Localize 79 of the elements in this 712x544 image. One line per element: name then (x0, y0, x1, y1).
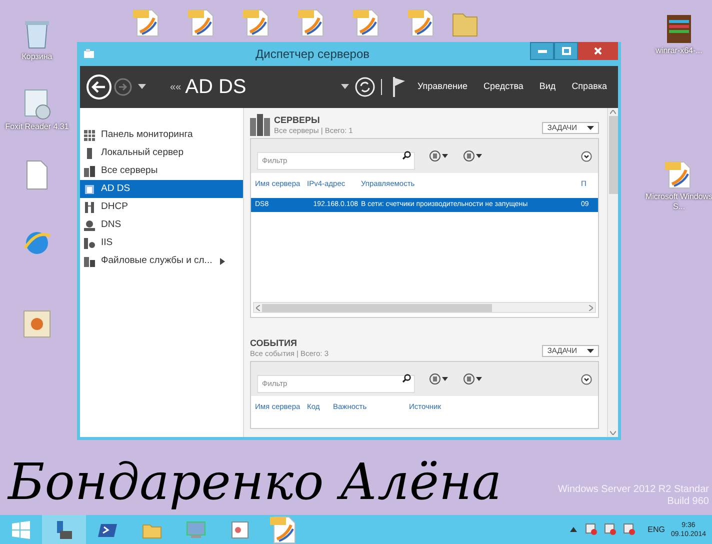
recycle-bin-icon[interactable] (23, 18, 51, 50)
nav-item[interactable]: IIS (80, 234, 243, 252)
window-title: Диспетчер серверов (254, 46, 371, 63)
nav-item[interactable]: Панель мониторинга (80, 126, 243, 144)
minimize-button[interactable] (530, 42, 554, 60)
servers-icon (250, 114, 270, 136)
nav-label: Файловые службы и сл... (101, 254, 212, 268)
nav-item[interactable]: Локальный сервер (80, 144, 243, 162)
maximize-icon (562, 47, 570, 55)
dropdown-arrow-icon[interactable] (138, 84, 146, 90)
server-tool-icon (54, 520, 74, 540)
start-button[interactable] (12, 520, 30, 538)
monitor-icon (186, 520, 206, 540)
file-server-icon (84, 256, 95, 266)
breadcrumb-text: AD DS (185, 75, 246, 100)
picture-icon[interactable] (23, 310, 51, 338)
notification-icon[interactable] (584, 523, 598, 536)
dropdown-arrow-icon (587, 348, 594, 354)
handwritten-text: Бондаренко Алёна (8, 452, 502, 512)
back-button[interactable] (86, 74, 112, 100)
expand-icon[interactable] (581, 150, 592, 162)
scrollbar-thumb[interactable] (262, 304, 492, 312)
nav-item[interactable]: DNS (80, 216, 243, 234)
breadcrumb-arrows: «« (170, 80, 182, 94)
expand-arrow-icon[interactable] (220, 258, 226, 264)
archive-icon[interactable] (665, 14, 693, 44)
nav-label: IIS (101, 236, 113, 250)
network-icon (84, 220, 95, 230)
nav-item[interactable]: AD DS (80, 180, 243, 198)
save-query-icon[interactable] (463, 373, 483, 385)
scrollbar-thumb[interactable] (608, 116, 618, 194)
nav-label: Панель мониторинга (101, 128, 193, 142)
section-title: СЕРВЕРЫ (274, 115, 321, 126)
minimize-icon (538, 50, 546, 52)
taskbar-app-button[interactable] (42, 515, 86, 544)
save-query-icon[interactable] (463, 150, 483, 162)
nav-item[interactable]: DHCP (80, 198, 243, 216)
volume-status-icon[interactable] (622, 523, 636, 536)
paint-icon (230, 520, 250, 540)
refresh-icon[interactable] (355, 77, 376, 97)
flag-icon[interactable] (392, 76, 406, 98)
horizontal-scrollbar[interactable] (253, 302, 596, 313)
query-options-icon[interactable] (429, 373, 449, 385)
scroll-up-icon[interactable] (610, 110, 616, 114)
menu-item[interactable]: Вид (534, 80, 561, 94)
dropdown-arrow-icon[interactable] (341, 84, 350, 90)
scroll-left-icon[interactable] (256, 304, 260, 310)
scroll-right-icon[interactable] (589, 304, 593, 310)
menu-item[interactable]: Средства (478, 80, 528, 94)
menu-item[interactable]: Справка (566, 80, 612, 94)
document-icon[interactable] (25, 160, 49, 190)
query-options-icon[interactable] (429, 150, 449, 162)
search-icon[interactable] (402, 374, 411, 383)
show-hidden-icons-icon[interactable] (570, 527, 577, 532)
network-status-icon[interactable] (604, 523, 617, 536)
maximize-button[interactable] (554, 42, 578, 60)
app-icon (83, 48, 95, 60)
search-icon[interactable] (402, 151, 411, 160)
nav-label: Локальный сервер (101, 146, 184, 160)
nav-item[interactable]: Файловые службы и сл... (80, 252, 243, 270)
close-icon (594, 47, 602, 55)
reader-app-icon[interactable] (22, 88, 52, 120)
nav-item[interactable]: Все серверы (80, 162, 243, 180)
scroll-down-icon[interactable] (610, 431, 616, 435)
nav-label: AD DS (101, 182, 130, 196)
nav-label: DNS (101, 218, 122, 232)
dropdown-arrow-icon (587, 126, 594, 130)
nav-label: Все серверы (101, 164, 158, 178)
language-indicator[interactable]: ENG (648, 524, 665, 536)
section-title: СОБЫТИЯ (250, 338, 298, 349)
expand-icon[interactable] (581, 374, 592, 384)
menu-item[interactable]: Управление (412, 80, 473, 94)
nav-label: DHCP (101, 200, 128, 214)
forward-button[interactable] (114, 78, 132, 96)
dashboard-icon (84, 130, 95, 140)
vertical-scrollbar[interactable] (607, 108, 618, 437)
server-icon (84, 148, 95, 158)
close-button[interactable] (578, 42, 618, 60)
servers-icon (84, 166, 95, 176)
